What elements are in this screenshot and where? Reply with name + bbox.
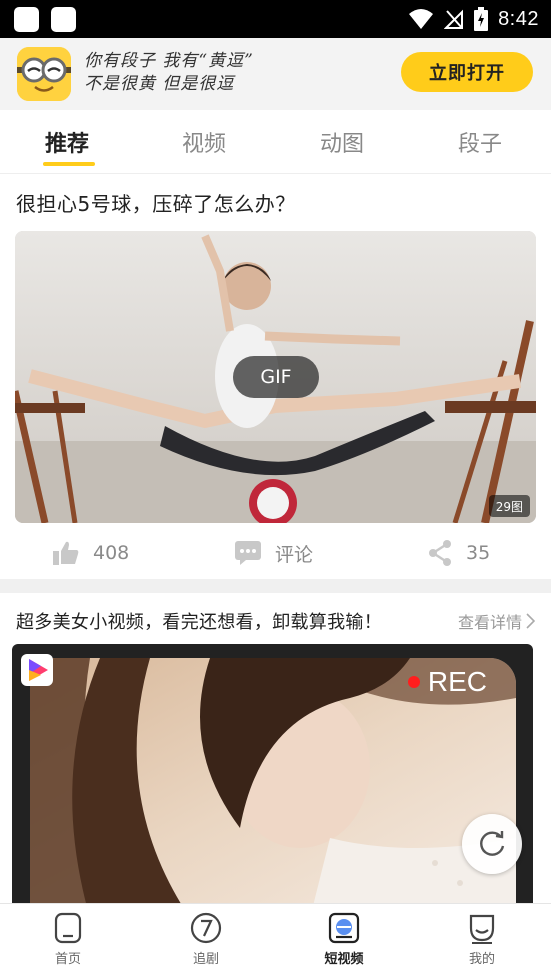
nav-drama-label: 追剧 (192, 952, 219, 967)
like-button[interactable]: 408 (53, 530, 129, 576)
section-divider (0, 579, 551, 593)
chevron-right-icon (526, 613, 535, 629)
post-media-gif[interactable]: GIF 29图 (15, 231, 536, 523)
tab-video[interactable]: 视频 (182, 126, 226, 158)
refresh-icon (480, 831, 505, 856)
wifi-icon (409, 9, 434, 29)
rec-label: REC (427, 666, 487, 697)
like-count: 408 (93, 542, 130, 564)
banner-slogan: 你有段子 我有“黄逗” 不是很黄 但是很逗 (84, 50, 254, 96)
comment-label: 评论 (275, 543, 314, 566)
video-app-badge (21, 654, 53, 686)
profile-icon (469, 914, 495, 944)
banner-slogan-line1: 你有段子 我有“黄逗” (84, 51, 254, 71)
comment-icon (235, 541, 261, 565)
post-title-2[interactable]: 超多美女小视频，看完还想看，卸载算我输！ (16, 608, 382, 634)
tab-recommend[interactable]: 推荐 (45, 126, 89, 158)
nav-profile-label: 我的 (468, 952, 495, 967)
share-icon (429, 540, 451, 566)
category-tabs: 推荐 视频 动图 段子 (0, 110, 551, 174)
nav-profile[interactable]: 我的 (442, 912, 522, 967)
nav-short-video-label: 短视频 (324, 952, 364, 967)
nav-short-video[interactable]: 短视频 (304, 912, 384, 967)
post-actions: 408 评论 35 (0, 530, 551, 576)
notification-icon-2 (51, 7, 76, 32)
status-bar: 8:42 (0, 0, 551, 38)
bottom-navigation: 首页 追剧 短视频 我的 (0, 903, 551, 979)
open-app-button[interactable]: 立即打开 (401, 52, 533, 92)
nav-drama[interactable]: 追剧 (166, 912, 246, 967)
clock: 8:42 (498, 7, 539, 30)
battery-icon (474, 7, 489, 31)
app-logo (17, 47, 71, 101)
share-count: 35 (466, 542, 491, 564)
notification-icon (14, 7, 39, 32)
drama-icon (190, 912, 222, 944)
gif-badge: GIF (233, 356, 319, 398)
nav-home-label: 首页 (54, 952, 81, 967)
active-tab-indicator (43, 162, 95, 166)
replay-button[interactable] (462, 814, 522, 874)
banner-slogan-line2: 不是很黄 但是很逗 (84, 74, 235, 94)
view-details-link[interactable]: 查看详情 (458, 609, 535, 633)
nav-home[interactable]: 首页 (28, 912, 108, 967)
share-button[interactable]: 35 (428, 530, 490, 576)
home-icon (54, 912, 82, 944)
view-details-label: 查看详情 (457, 613, 522, 632)
thumbs-up-icon (53, 541, 79, 565)
post-title[interactable]: 很担心5号球，压碎了怎么办？ (16, 188, 296, 217)
image-count-badge: 29图 (488, 495, 530, 517)
tab-gif[interactable]: 动图 (320, 126, 364, 158)
signal-off-icon (444, 9, 464, 29)
play-logo-icon (29, 659, 48, 681)
tab-jokes[interactable]: 段子 (458, 126, 502, 158)
app-promo-banner[interactable]: 你有段子 我有“黄逗” 不是很黄 但是很逗 立即打开 (0, 38, 551, 110)
rec-indicator: REC (407, 666, 487, 698)
post-media-video[interactable]: REC (12, 644, 533, 904)
record-dot-icon (407, 676, 420, 688)
short-video-icon (328, 912, 360, 944)
comment-button[interactable]: 评论 (235, 530, 313, 576)
